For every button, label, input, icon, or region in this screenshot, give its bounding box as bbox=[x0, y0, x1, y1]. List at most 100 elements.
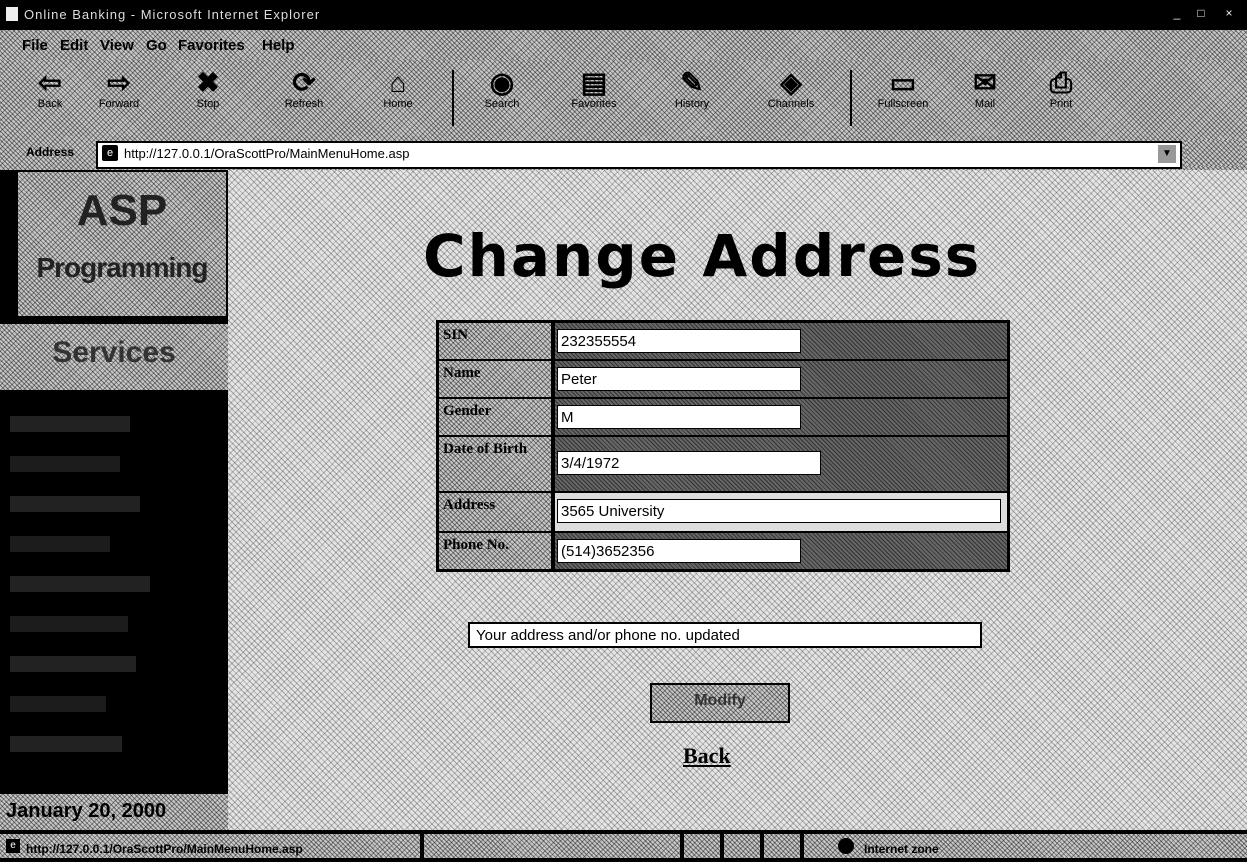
globe-icon bbox=[838, 838, 854, 854]
current-date: January 20, 2000 bbox=[6, 800, 167, 822]
print-icon: ⎙ bbox=[1049, 67, 1073, 98]
chevron-down-icon[interactable]: ▼ bbox=[1158, 145, 1176, 163]
stop-button[interactable]: ✖ Stop bbox=[160, 68, 256, 130]
status-message: Your address and/or phone no. updated bbox=[468, 622, 982, 648]
status-cell bbox=[724, 834, 760, 858]
status-page-icon: e bbox=[6, 839, 20, 853]
menu-bar: File Edit View Go Favorites Help bbox=[0, 30, 1247, 60]
status-cell bbox=[764, 834, 800, 858]
fullscreen-button[interactable]: ▭ Fullscreen bbox=[862, 68, 944, 130]
menu-go[interactable]: Go bbox=[146, 37, 167, 54]
channels-button[interactable]: ◈ Channels bbox=[742, 68, 840, 130]
back-link[interactable]: Back bbox=[683, 743, 731, 769]
form-row-address: Address 3565 University bbox=[439, 493, 1007, 533]
address-label: Address bbox=[439, 493, 553, 531]
refresh-icon: ⟳ bbox=[292, 67, 316, 98]
menu-edit[interactable]: Edit bbox=[60, 37, 88, 54]
status-text: http://127.0.0.1/OraScottPro/MainMenuHom… bbox=[26, 842, 303, 856]
sidebar-nav bbox=[0, 390, 228, 790]
sidebar-nav-link[interactable] bbox=[10, 456, 120, 472]
sidebar-nav-link[interactable] bbox=[10, 696, 106, 712]
ie-window-icon[interactable] bbox=[6, 7, 18, 21]
phone-field[interactable]: (514)3652356 bbox=[557, 539, 801, 563]
search-button[interactable]: ◉ Search bbox=[460, 68, 544, 130]
sin-cell: 232355554 bbox=[555, 323, 1007, 359]
sidebar-nav-link[interactable] bbox=[10, 576, 150, 592]
logo-title: ASP bbox=[76, 186, 168, 235]
sin-label: SIN bbox=[439, 323, 553, 359]
mail-icon: ✉ bbox=[973, 67, 997, 98]
sidebar-nav-link[interactable] bbox=[10, 496, 140, 512]
links-button[interactable] bbox=[1186, 140, 1240, 166]
print-button[interactable]: ⎙ Print bbox=[1026, 68, 1096, 130]
form-row-phone: Phone No. (514)3652356 bbox=[439, 533, 1007, 569]
history-button[interactable]: ✎ History bbox=[644, 68, 740, 130]
sidebar: ASP Programming Services January 20, 200… bbox=[0, 170, 228, 830]
menu-favorites[interactable]: Favorites bbox=[178, 37, 245, 54]
address-input[interactable]: e http://127.0.0.1/OraScottPro/MainMenuH… bbox=[96, 141, 1182, 169]
toolbar-separator bbox=[452, 70, 454, 126]
zone-label: Internet zone bbox=[864, 842, 939, 856]
home-icon: ⌂ bbox=[389, 67, 407, 98]
form-row-dob: Date of Birth 3/4/1972 bbox=[439, 437, 1007, 493]
modify-button[interactable]: Modify bbox=[650, 683, 790, 723]
address-cell: 3565 University bbox=[555, 493, 1007, 531]
menu-view[interactable]: View bbox=[100, 37, 134, 54]
refresh-button[interactable]: ⟳ Refresh bbox=[262, 68, 346, 130]
services-label: Services bbox=[52, 336, 176, 369]
dob-cell: 3/4/1972 bbox=[555, 437, 1007, 491]
status-zone-cell: Internet zone bbox=[804, 834, 1247, 858]
sin-field: 232355554 bbox=[557, 329, 801, 353]
page-icon: e bbox=[102, 145, 118, 161]
sidebar-nav-link[interactable] bbox=[10, 416, 130, 432]
dob-field: 3/4/1972 bbox=[557, 451, 821, 475]
minimize-icon[interactable]: _ bbox=[1168, 6, 1186, 22]
favorites-button[interactable]: ▤ Favorites bbox=[546, 68, 642, 130]
home-button[interactable]: ⌂ Home bbox=[350, 68, 446, 130]
menu-file[interactable]: File bbox=[22, 37, 48, 54]
phone-label: Phone No. bbox=[439, 533, 553, 569]
phone-cell: (514)3652356 bbox=[555, 533, 1007, 569]
page-title: Change Address bbox=[423, 222, 982, 290]
menu-help[interactable]: Help bbox=[262, 37, 295, 54]
toolbar-separator bbox=[850, 70, 852, 126]
address-label: Address bbox=[26, 145, 75, 159]
status-progress-cell bbox=[424, 834, 680, 858]
back-arrow-icon: ⇦ bbox=[38, 67, 62, 98]
stop-icon: ✖ bbox=[196, 67, 220, 98]
main-content: Change Address SIN 232355554 Name Peter … bbox=[228, 170, 1247, 830]
logo-subtitle: Programming bbox=[36, 252, 208, 283]
maximize-icon[interactable]: □ bbox=[1192, 6, 1210, 22]
gender-cell: M bbox=[555, 399, 1007, 435]
status-text-cell: e http://127.0.0.1/OraScottPro/MainMenuH… bbox=[0, 834, 420, 858]
change-address-form: SIN 232355554 Name Peter Gender M Date o… bbox=[436, 320, 1010, 572]
status-cell bbox=[684, 834, 720, 858]
search-icon: ◉ bbox=[489, 67, 515, 98]
services-header: Services bbox=[0, 324, 228, 390]
sidebar-nav-link[interactable] bbox=[10, 736, 122, 752]
gender-field: M bbox=[557, 405, 801, 429]
forward-arrow-icon: ⇨ bbox=[107, 67, 131, 98]
forward-button[interactable]: ⇨ Forward bbox=[84, 68, 154, 130]
mail-button[interactable]: ✉ Mail bbox=[950, 68, 1020, 130]
form-row-name: Name Peter bbox=[439, 361, 1007, 399]
sidebar-nav-link[interactable] bbox=[10, 656, 136, 672]
date-box: January 20, 2000 bbox=[0, 794, 228, 830]
address-url: http://127.0.0.1/OraScottPro/MainMenuHom… bbox=[124, 146, 410, 161]
history-icon: ✎ bbox=[680, 67, 704, 98]
back-button[interactable]: ⇦ Back bbox=[22, 68, 78, 130]
address-field[interactable]: 3565 University bbox=[557, 499, 1001, 523]
fullscreen-icon: ▭ bbox=[889, 67, 917, 98]
dob-label: Date of Birth bbox=[439, 437, 553, 491]
name-field: Peter bbox=[557, 367, 801, 391]
title-bar: Online Banking - Microsoft Internet Expl… bbox=[0, 0, 1247, 30]
sidebar-nav-link[interactable] bbox=[10, 616, 128, 632]
sidebar-nav-link[interactable] bbox=[10, 536, 110, 552]
window-title: Online Banking - Microsoft Internet Expl… bbox=[24, 7, 321, 22]
toolbar: ⇦ Back ⇨ Forward ✖ Stop ⟳ Refresh ⌂ Home… bbox=[0, 60, 1247, 136]
close-icon[interactable]: × bbox=[1220, 6, 1238, 22]
name-cell: Peter bbox=[555, 361, 1007, 397]
asp-logo: ASP Programming bbox=[16, 170, 228, 318]
form-row-gender: Gender M bbox=[439, 399, 1007, 437]
gender-label: Gender bbox=[439, 399, 553, 435]
